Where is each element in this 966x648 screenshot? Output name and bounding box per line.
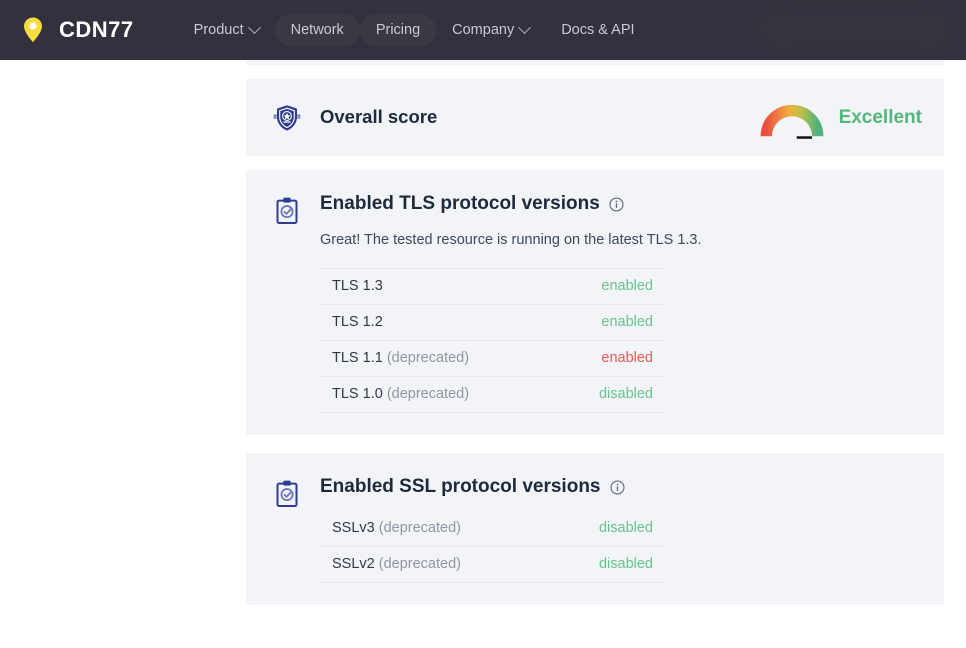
tls-row-state: disabled <box>545 376 665 413</box>
protocol-note: (deprecated) <box>378 555 461 572</box>
nav-item-network[interactable]: Network <box>275 14 360 47</box>
ssl-row-state: disabled <box>545 510 665 547</box>
brand-logo-link[interactable]: CDN77 <box>18 15 134 45</box>
ssl-heading: Enabled SSL protocol versions <box>320 475 918 498</box>
overall-score-verdict: Excellent <box>838 107 922 128</box>
table-row: TLS 1.0 (deprecated) disabled <box>320 376 665 413</box>
nav-item-label: Company <box>452 21 515 38</box>
nav-item-label: Product <box>193 21 244 38</box>
tls-row-name: TLS 1.3 <box>320 267 545 305</box>
shield-star-badge-icon <box>273 104 301 131</box>
info-circle-icon[interactable] <box>609 197 624 212</box>
protocol-name: TLS 1.0 <box>332 385 383 402</box>
brand-name: CDN77 <box>59 17 134 42</box>
tls-row-state: enabled <box>545 340 665 377</box>
nav-item-company[interactable]: Company <box>436 14 545 47</box>
nav-item-pricing[interactable]: Pricing <box>360 14 436 47</box>
nav-item-label: Docs & API <box>561 21 635 38</box>
table-row: TLS 1.1 (deprecated) enabled <box>320 340 665 377</box>
tls-row-name: TLS 1.1 (deprecated) <box>320 340 545 377</box>
ssl-card-body: Enabled SSL protocol versions SSLv3 (dep… <box>320 475 918 583</box>
clipboard-check-icon <box>276 480 298 507</box>
score-gauge-icon <box>760 104 823 139</box>
top-navigation-bar: CDN77 Product Network Pricing Company Do… <box>0 0 966 60</box>
protocol-name: TLS 1.3 <box>332 277 383 294</box>
nav-item-docs-and-api[interactable]: Docs & API <box>545 14 650 47</box>
location-pin-icon <box>24 17 42 43</box>
protocol-name: TLS 1.1 <box>332 349 383 366</box>
chevron-down-icon <box>518 20 532 34</box>
nav-item-label: Pricing <box>375 21 421 38</box>
tls-description: Great! The tested resource is running on… <box>320 231 702 248</box>
tls-protocol-table: TLS 1.3 enabled TLS 1.2 enabled TLS 1.1 … <box>320 267 665 413</box>
nav-item-label: Network <box>290 21 344 38</box>
previous-card-clipped <box>246 60 944 65</box>
ssl-row-name: SSLv2 (deprecated) <box>320 546 545 583</box>
tls-card-icon-wrap <box>272 194 302 226</box>
tls-title: Enabled TLS protocol versions <box>320 193 600 214</box>
ssl-title: Enabled SSL protocol versions <box>320 475 601 497</box>
ssl-row-state: disabled <box>545 546 665 583</box>
chevron-down-icon <box>247 20 261 34</box>
table-row: TLS 1.3 enabled <box>320 267 665 305</box>
ssl-row-name: SSLv3 (deprecated) <box>320 510 545 547</box>
table-row: TLS 1.2 enabled <box>320 304 665 341</box>
tls-row-state: enabled <box>545 267 665 305</box>
ssl-protocol-card: Enabled SSL protocol versions SSLv3 (dep… <box>246 452 944 605</box>
ssl-protocol-table: SSLv3 (deprecated) disabled SSLv2 (depre… <box>320 510 665 583</box>
table-row: SSLv2 (deprecated) disabled <box>320 546 665 583</box>
tls-card-body: Enabled TLS protocol versions Great! The… <box>320 193 918 413</box>
tls-row-name: TLS 1.0 (deprecated) <box>320 376 545 413</box>
report-column: Overall score Excellent Enabled TLS prot… <box>246 60 944 605</box>
tls-row-name: TLS 1.2 <box>320 304 545 341</box>
overall-score-title: Overall score <box>320 106 438 128</box>
protocol-name: SSLv2 <box>332 555 375 572</box>
table-row: SSLv3 (deprecated) disabled <box>320 510 665 547</box>
protocol-note: (deprecated) <box>378 519 461 536</box>
clipboard-check-icon <box>276 197 298 224</box>
ssl-card-icon-wrap <box>272 477 302 509</box>
overall-score-card: Overall score Excellent <box>246 79 944 156</box>
protocol-name: TLS 1.2 <box>332 313 383 330</box>
nav-obscured-region[interactable] <box>760 12 950 46</box>
nav-item-product[interactable]: Product <box>178 14 275 47</box>
tls-protocol-card: Enabled TLS protocol versions Great! The… <box>246 170 944 435</box>
overall-score-result: Excellent <box>759 102 922 139</box>
tls-row-state: enabled <box>545 304 665 341</box>
protocol-name: SSLv3 <box>332 519 375 536</box>
protocol-note: (deprecated) <box>386 349 470 366</box>
info-circle-icon[interactable] <box>609 480 625 495</box>
tls-heading: Enabled TLS protocol versions <box>320 193 918 215</box>
protocol-note: (deprecated) <box>386 385 470 402</box>
page-body: Overall score Excellent Enabled TLS prot… <box>0 60 966 648</box>
